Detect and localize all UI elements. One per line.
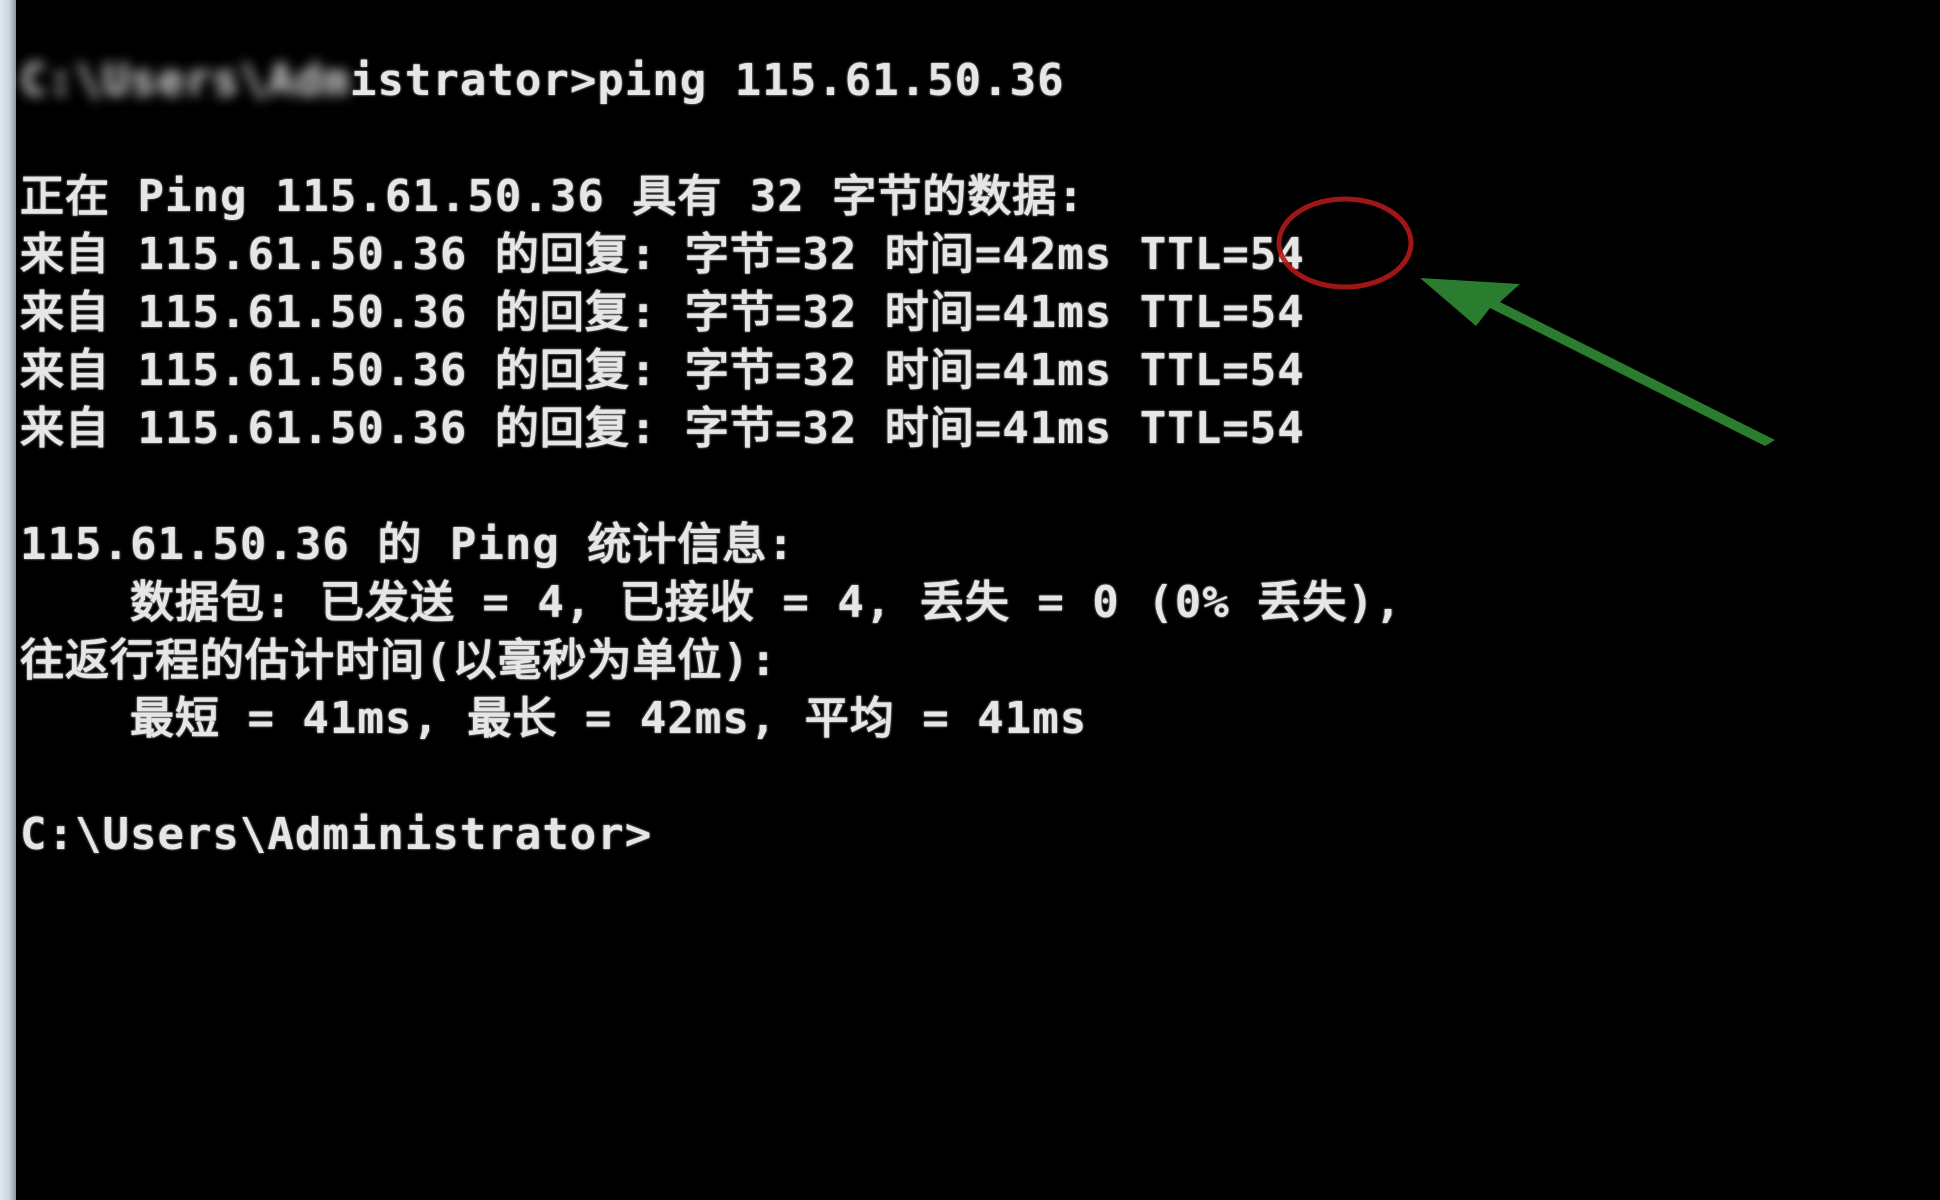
command-prompt-console[interactable]: C:\Users\Admistrator>ping 115.61.50.36 正…: [20, 0, 1930, 1200]
prompt-line: C:\Users\Administrator>: [20, 809, 653, 860]
ping-command: istrator>ping 115.61.50.36: [349, 55, 1065, 106]
screenshot: C:\Users\Admistrator>ping 115.61.50.36 正…: [0, 0, 1940, 1200]
rtt-values-line: 最短 = 41ms, 最长 = 42ms, 平均 = 41ms: [20, 693, 1088, 744]
rtt-header-line: 往返行程的估计时间(以毫秒为单位):: [20, 635, 778, 686]
reply-line: 来自 115.61.50.36 的回复: 字节=32 时间=41ms TTL=5…: [20, 345, 1305, 396]
reply-line: 来自 115.61.50.36 的回复: 字节=32 时间=41ms TTL=5…: [20, 287, 1305, 338]
ping-header-line: 正在 Ping 115.61.50.36 具有 32 字节的数据:: [20, 171, 1085, 222]
reply-line: 来自 115.61.50.36 的回复: 字节=32 时间=41ms TTL=5…: [20, 403, 1305, 454]
window-left-border: [0, 0, 16, 1200]
packets-line: 数据包: 已发送 = 4, 已接收 = 4, 丢失 = 0 (0% 丢失),: [20, 577, 1403, 628]
command-line: C:\Users\Admistrator>ping 115.61.50.36: [20, 52, 1065, 110]
blurred-path: C:\Users\Adm: [20, 55, 350, 106]
statistics-header-line: 115.61.50.36 的 Ping 统计信息:: [20, 519, 795, 570]
reply-line: 来自 115.61.50.36 的回复: 字节=32 时间=42ms TTL=5…: [20, 229, 1305, 280]
